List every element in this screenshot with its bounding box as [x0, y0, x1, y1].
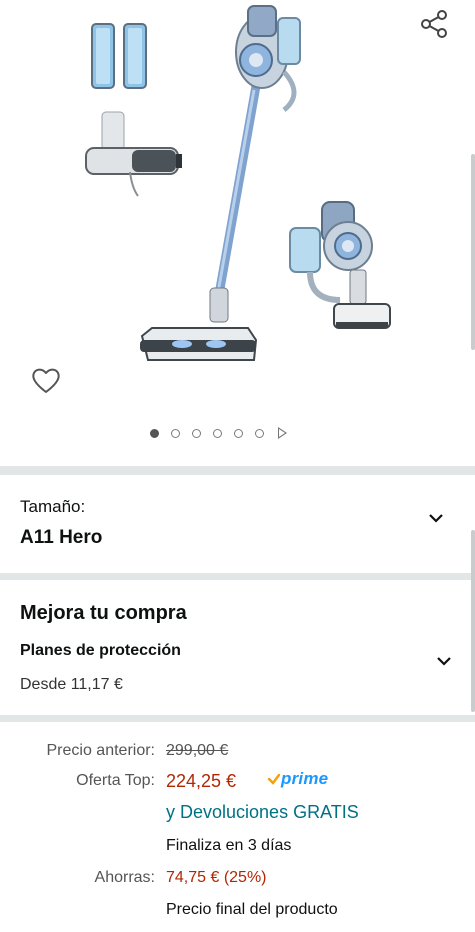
pagination-dot[interactable] [255, 428, 264, 438]
prime-badge: prime [267, 769, 328, 789]
protection-plans[interactable]: Mejora tu compra Planes de protección De… [0, 530, 475, 715]
savings-label: Ahorras: [94, 869, 155, 886]
protection-price: Desde 11,17 € [20, 676, 123, 693]
handheld-vacuum [289, 201, 391, 329]
savings-value: 74,75 € (25%) [166, 869, 267, 886]
deal-price: 224,25 € [166, 771, 237, 791]
section-divider [0, 715, 475, 722]
pagination-dot[interactable] [192, 428, 201, 438]
video-play-icon[interactable] [278, 427, 287, 439]
stick-vacuum [140, 5, 301, 361]
previous-price-label: Precio anterior: [46, 742, 156, 759]
upgrade-title: Mejora tu compra [20, 602, 187, 624]
size-value: A11 Hero [20, 527, 103, 548]
image-pagination[interactable] [150, 427, 287, 439]
pagination-dot[interactable] [213, 428, 222, 438]
wishlist-button[interactable] [28, 362, 64, 398]
heart-outline-icon [32, 368, 60, 393]
product-image[interactable] [78, 0, 408, 385]
brush-tool [85, 111, 182, 197]
size-label: Tamaño: [20, 497, 86, 516]
section-divider [0, 466, 475, 475]
free-returns-link[interactable]: y Devoluciones GRATIS [166, 802, 359, 823]
price-block: Precio anterior: 299,00 € Oferta Top: 22… [0, 722, 475, 932]
previous-price: 299,00 € [166, 742, 229, 759]
scrollbar[interactable] [471, 154, 475, 350]
chevron-down-icon[interactable] [428, 513, 444, 523]
final-price-note: Precio final del producto [166, 901, 338, 918]
share-icon [421, 10, 447, 38]
pagination-dot[interactable] [171, 428, 180, 438]
scrollbar[interactable] [471, 530, 475, 712]
chevron-down-icon[interactable] [436, 656, 452, 666]
share-button[interactable] [416, 6, 452, 42]
product-image-gallery[interactable] [0, 0, 475, 466]
pagination-dot-active[interactable] [150, 428, 159, 438]
prime-label: prime [281, 769, 329, 788]
size-selector[interactable]: Tamaño: A11 Hero [0, 475, 475, 573]
deal-ends-text: Finaliza en 3 días [166, 837, 292, 854]
section-divider [0, 573, 475, 580]
deal-label: Oferta Top: [76, 772, 155, 789]
pagination-dot[interactable] [234, 428, 243, 438]
protection-subtitle: Planes de protección [20, 642, 181, 659]
prime-check-icon [267, 773, 281, 785]
battery-packs [91, 23, 147, 89]
